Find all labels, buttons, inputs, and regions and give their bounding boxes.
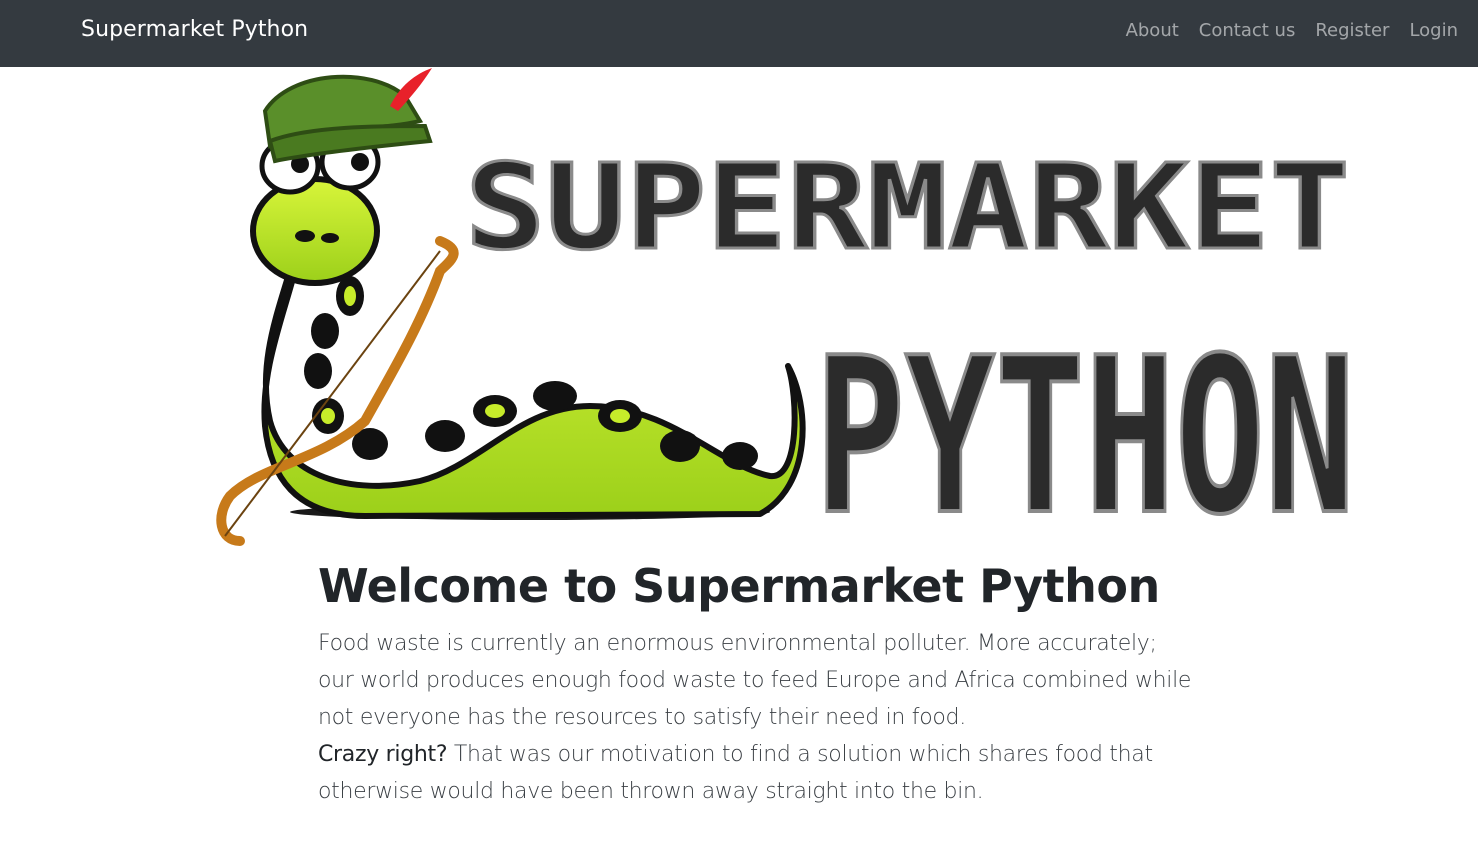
nav-link-register[interactable]: Register xyxy=(1315,20,1389,41)
intro-text: Food waste is currently an enormous envi… xyxy=(318,625,1198,810)
main-content: Welcome to Supermarket Python Food waste… xyxy=(318,556,1198,810)
logo-word-python: PYTHON xyxy=(815,311,1355,556)
intro-emphasis: Crazy right? xyxy=(318,742,448,767)
navbar: Supermarket Python About Contact us Regi… xyxy=(0,0,1478,67)
nav-link-about[interactable]: About xyxy=(1126,20,1179,41)
brand-link[interactable]: Supermarket Python xyxy=(81,17,308,42)
nav-link-contact[interactable]: Contact us xyxy=(1199,20,1296,41)
intro-paragraph-1: Food waste is currently an enormous envi… xyxy=(318,631,1192,730)
logo-word-supermarket: SUPERMARKET xyxy=(465,138,1350,276)
page-title: Welcome to Supermarket Python xyxy=(318,559,1160,613)
supermarket-python-logo: SUPERMARKET PYTHON xyxy=(216,68,1357,556)
nav-link-login[interactable]: Login xyxy=(1409,20,1458,41)
nav-links: About Contact us Register Login xyxy=(1106,20,1458,41)
